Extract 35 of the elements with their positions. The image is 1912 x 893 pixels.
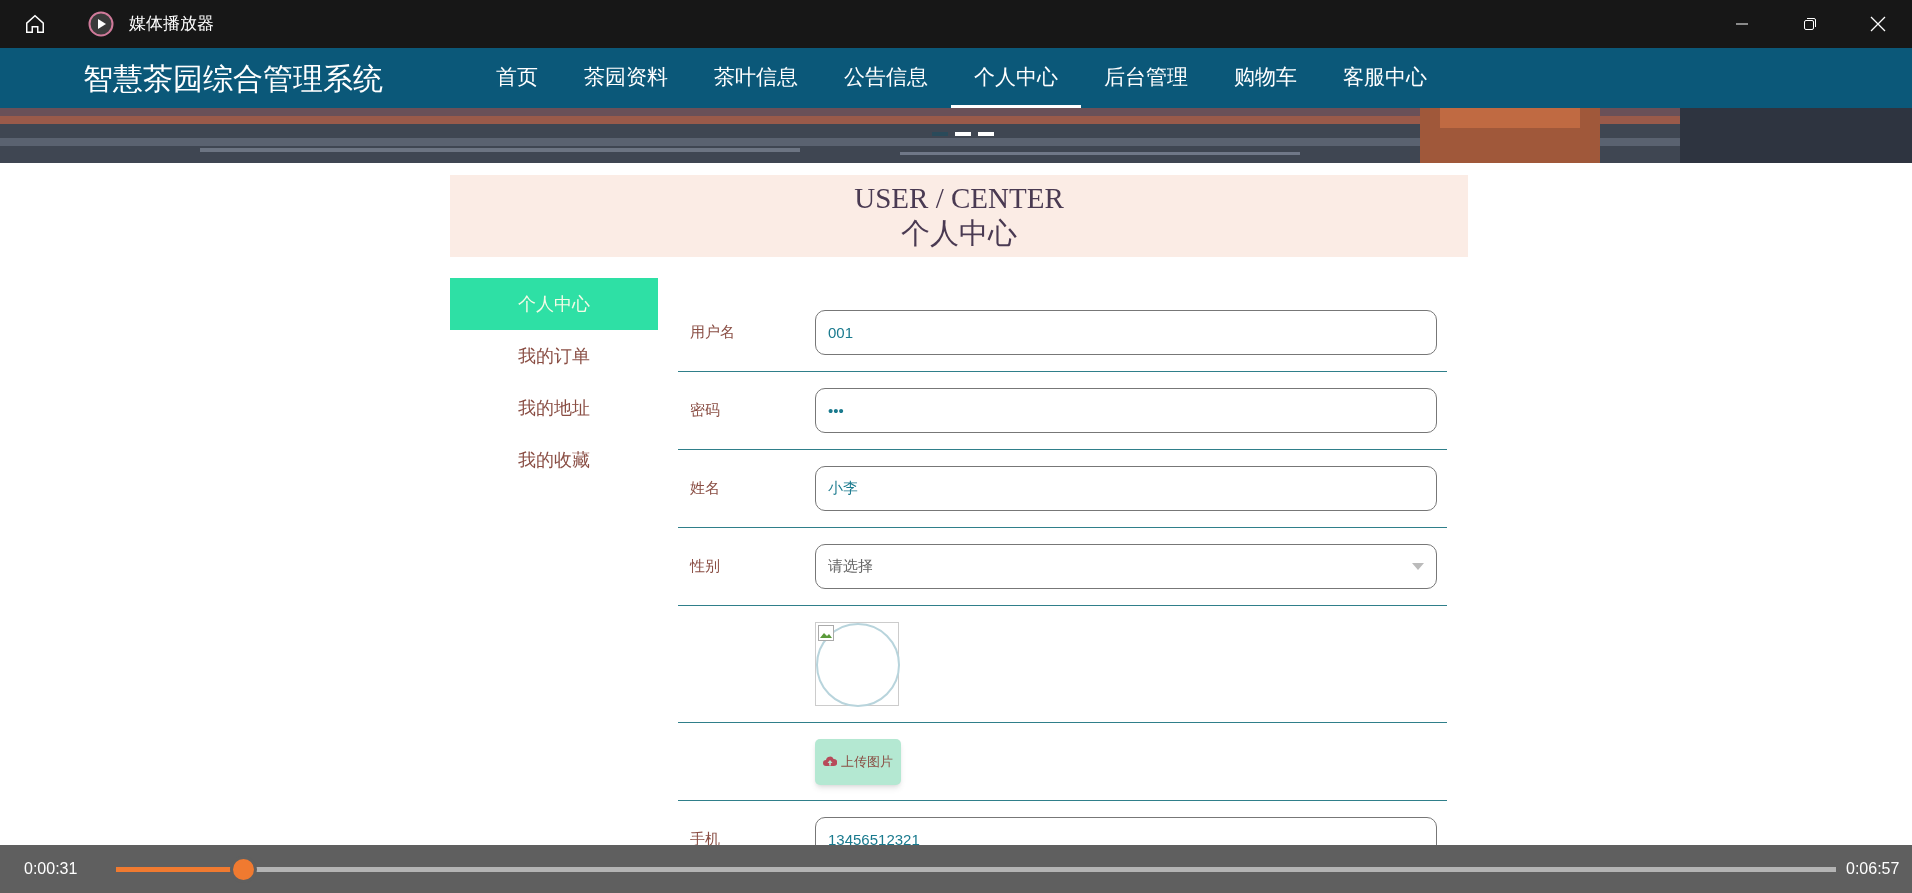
nav-link[interactable]: 茶园资料 [561,48,691,108]
nav-link[interactable]: 客服中心 [1320,48,1450,108]
field-label: 性别 [688,556,721,577]
upload-button[interactable]: 上传图片 [815,738,901,785]
close-icon [1870,16,1886,32]
total-time: 0:06:57 [1846,859,1900,879]
input-field[interactable]: ••• [815,388,1437,433]
field-label: 姓名 [689,478,721,499]
nav-link[interactable]: 后台管理 [1081,48,1211,108]
restore-icon [1803,17,1817,31]
broken-image-icon [818,625,834,641]
nav-link[interactable]: 购物车 [1211,48,1320,108]
carousel-indicator[interactable] [978,132,994,136]
field-label: 密码 [689,400,721,421]
input-field[interactable]: 13456512321 [815,817,1437,845]
header-english: USER / CENTER [854,181,1064,215]
caret-icon [1412,563,1424,570]
input-field[interactable]: 小李 [815,466,1437,511]
play-icon [88,11,114,37]
nav-link[interactable]: 茶叶信息 [691,48,821,108]
home-icon[interactable] [24,13,46,35]
field-label: 用户名 [689,322,736,343]
cloud-upload-icon [823,756,837,767]
header-chinese: 个人中心 [901,216,1017,251]
elapsed-time: 0:00:31 [24,859,79,879]
sidebar-item[interactable]: 我的订单 [450,330,658,382]
window-title: 媒体播放器 [129,13,214,36]
carousel-indicator[interactable] [955,132,971,136]
site-title: 智慧茶园综合管理系统 [83,60,384,97]
input-field[interactable]: 001 [815,310,1437,355]
select-field[interactable]: 请选择 [815,544,1437,589]
nav-link[interactable]: 公告信息 [821,48,951,108]
sidebar-item[interactable]: 我的收藏 [450,434,658,486]
sidebar-item[interactable]: 我的地址 [450,382,658,434]
nav-link[interactable]: 首页 [473,48,561,108]
